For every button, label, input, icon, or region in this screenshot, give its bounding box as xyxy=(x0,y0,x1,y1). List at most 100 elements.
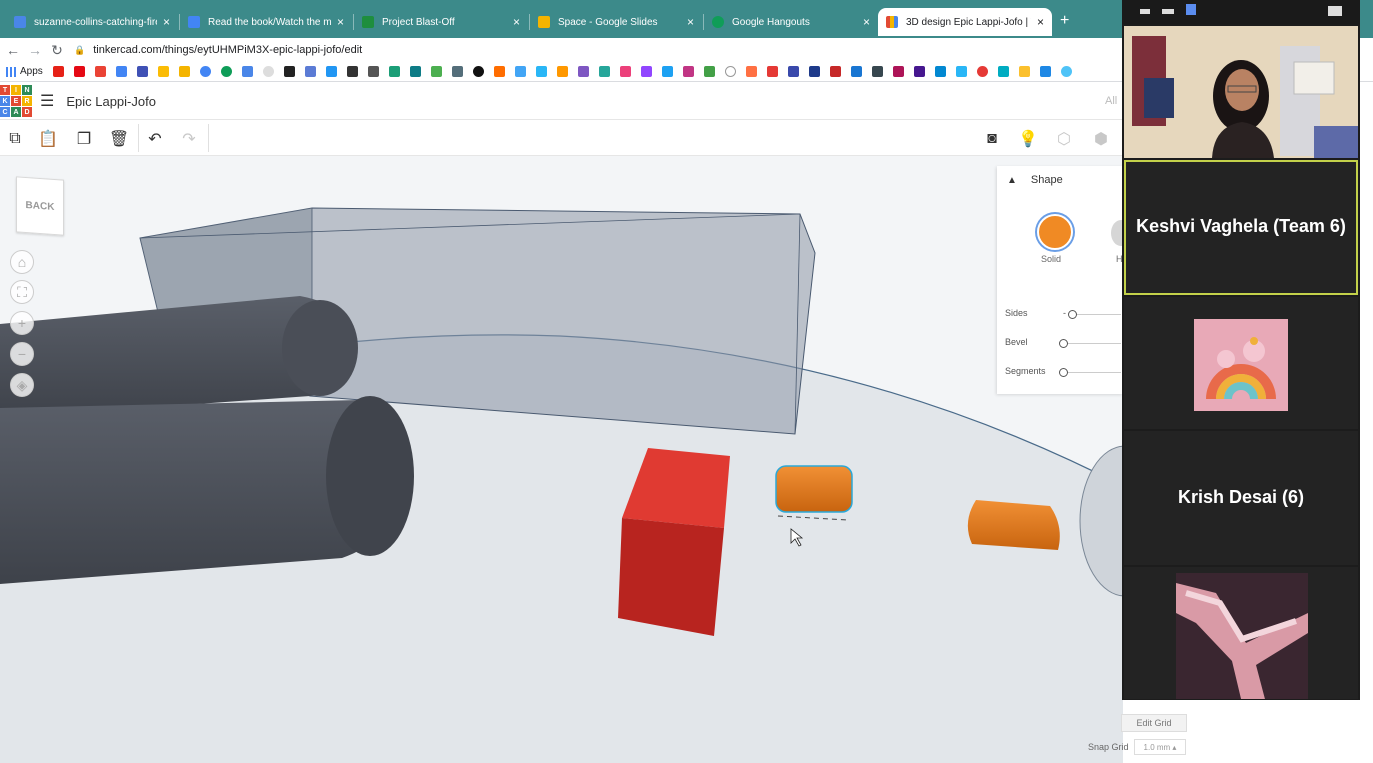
edit-grid-button[interactable]: Edit Grid xyxy=(1121,714,1187,732)
speaker-view-icon[interactable] xyxy=(1328,6,1342,16)
bookmark-icon[interactable] xyxy=(955,66,967,77)
browser-tab[interactable]: Space - Google Slides × xyxy=(530,8,702,36)
gmail-icon[interactable] xyxy=(94,66,106,77)
bookmark-icon[interactable] xyxy=(409,66,421,77)
sides-slider[interactable] xyxy=(1068,310,1077,319)
bookmark-icon[interactable] xyxy=(997,66,1009,77)
apps-bookmark[interactable]: Apps xyxy=(6,66,43,77)
forward-arrow-icon[interactable]: → xyxy=(24,42,46,58)
orange-cylinder[interactable] xyxy=(967,500,1060,550)
zoom-in-icon[interactable]: + xyxy=(10,311,34,335)
reload-icon[interactable]: ↻ xyxy=(46,42,68,59)
group-icon[interactable]: ⬡ xyxy=(1053,128,1075,150)
close-icon[interactable]: × xyxy=(513,15,520,29)
youtube-icon[interactable] xyxy=(52,66,64,77)
docs-icon[interactable] xyxy=(115,66,127,77)
design-list-icon[interactable]: ☰ xyxy=(40,91,54,111)
browser-tab[interactable]: suzanne-collins-catching-fire.pdf × xyxy=(6,8,178,36)
fit-view-icon[interactable]: ⛶ xyxy=(10,280,34,304)
delete-icon[interactable]: 🗑 xyxy=(108,128,130,150)
bookmark-icon[interactable] xyxy=(388,66,400,77)
kahoot-icon[interactable] xyxy=(913,66,925,77)
bookmark-icon[interactable] xyxy=(430,66,442,77)
minimize-icon[interactable] xyxy=(1140,9,1150,14)
browser-tab[interactable]: Read the book/Watch the movie × xyxy=(180,8,352,36)
bookmark-icon[interactable] xyxy=(346,66,358,77)
ungroup-icon[interactable]: ⬢ xyxy=(1090,128,1112,150)
clock-icon[interactable] xyxy=(724,66,736,77)
bookmark-icon[interactable] xyxy=(745,66,757,77)
close-icon[interactable]: × xyxy=(1037,15,1044,29)
bookmark-icon[interactable] xyxy=(934,66,946,77)
tinkercad-logo[interactable]: T I N K E R C A D xyxy=(0,85,32,117)
classroom-icon[interactable] xyxy=(157,66,169,77)
bookmark-icon[interactable] xyxy=(850,66,862,77)
copy-icon[interactable]: ⧉ xyxy=(4,128,26,150)
workplane[interactable]: BACK ⌂ ⛶ + − ◈ xyxy=(0,156,1123,763)
snap-grid-select[interactable]: 1.0 mm ▴ xyxy=(1134,739,1186,755)
browser-tab[interactable]: Project Blast-Off × xyxy=(354,8,528,36)
zoom-out-icon[interactable]: − xyxy=(10,342,34,366)
bookmark-icon[interactable] xyxy=(283,66,295,77)
bookmark-icon[interactable] xyxy=(787,66,799,77)
bookmark-icon[interactable] xyxy=(1060,66,1072,77)
bookmark-icon[interactable] xyxy=(703,66,715,77)
bookmark-icon[interactable] xyxy=(619,66,631,77)
duplicate-icon[interactable]: ❐ xyxy=(73,128,95,150)
back-arrow-icon[interactable]: ← xyxy=(2,42,24,58)
bookmark-icon[interactable] xyxy=(829,66,841,77)
home-view-icon[interactable]: ⌂ xyxy=(10,250,34,274)
selected-orange-cylinder[interactable] xyxy=(775,465,853,521)
participant-tile[interactable]: Keshvi Vaghela (Team 6) xyxy=(1124,160,1358,295)
browser-tab-active[interactable]: 3D design Epic Lappi-Jofo | Tinke × xyxy=(878,8,1052,36)
view-cube[interactable]: BACK xyxy=(16,176,64,236)
bookmark-icon[interactable] xyxy=(451,66,463,77)
browser-tab[interactable]: Google Hangouts × xyxy=(704,8,878,36)
bookmark-icon[interactable] xyxy=(304,66,316,77)
undo-icon[interactable]: ↶ xyxy=(144,128,166,150)
bookmark-icon[interactable] xyxy=(535,66,547,77)
paste-icon[interactable]: 📋 xyxy=(37,128,59,150)
participant-video[interactable] xyxy=(1124,26,1358,158)
restore-icon[interactable] xyxy=(1162,9,1174,14)
bookmark-icon[interactable] xyxy=(367,66,379,77)
collapse-caret-icon[interactable]: ▲ xyxy=(1007,175,1017,186)
hangouts-icon[interactable] xyxy=(220,66,232,77)
participant-tile[interactable]: Krish Desai (6) xyxy=(1124,431,1358,565)
solid-color-swatch[interactable] xyxy=(1037,214,1073,250)
bookmark-icon[interactable] xyxy=(325,66,337,77)
ortho-view-icon[interactable]: ◈ xyxy=(10,373,34,397)
header-right-label[interactable]: All xyxy=(1105,95,1117,107)
bookmark-icon[interactable] xyxy=(199,66,211,77)
design-title[interactable]: Epic Lappi-Jofo xyxy=(66,94,156,109)
redo-icon[interactable]: ↷ xyxy=(178,128,200,150)
inspector-header[interactable]: ▲ Shape xyxy=(997,166,1123,194)
bookmark-icon[interactable] xyxy=(766,66,778,77)
bookmark-icon[interactable] xyxy=(556,66,568,77)
bookmark-icon[interactable] xyxy=(976,66,988,77)
bookmark-icon[interactable] xyxy=(598,66,610,77)
slides-icon[interactable] xyxy=(178,66,190,77)
url-field[interactable]: 🔒 tinkercad.com/things/eytUHMPiM3X-epic-… xyxy=(74,44,362,56)
segments-slider[interactable] xyxy=(1059,368,1068,377)
netflix-icon[interactable] xyxy=(73,66,85,77)
bookmark-icon[interactable] xyxy=(241,66,253,77)
close-icon[interactable]: × xyxy=(863,15,870,29)
notes-icon[interactable]: ◙ xyxy=(981,128,1003,150)
bookmark-icon[interactable] xyxy=(1039,66,1051,77)
bevel-slider[interactable] xyxy=(1059,339,1068,348)
bookmark-icon[interactable] xyxy=(472,66,484,77)
close-icon[interactable]: × xyxy=(163,15,170,29)
bookmark-icon[interactable] xyxy=(262,66,274,77)
close-icon[interactable]: × xyxy=(687,15,694,29)
bookmark-icon[interactable] xyxy=(493,66,505,77)
bookmark-icon[interactable] xyxy=(892,66,904,77)
close-icon[interactable]: × xyxy=(337,15,344,29)
bookmark-icon[interactable] xyxy=(871,66,883,77)
twitter-icon[interactable] xyxy=(661,66,673,77)
bookmark-icon[interactable] xyxy=(577,66,589,77)
bookmark-icon[interactable] xyxy=(808,66,820,77)
lightbulb-icon[interactable]: 💡 xyxy=(1017,128,1039,150)
instagram-icon[interactable] xyxy=(682,66,694,77)
participant-tile[interactable] xyxy=(1124,297,1358,429)
